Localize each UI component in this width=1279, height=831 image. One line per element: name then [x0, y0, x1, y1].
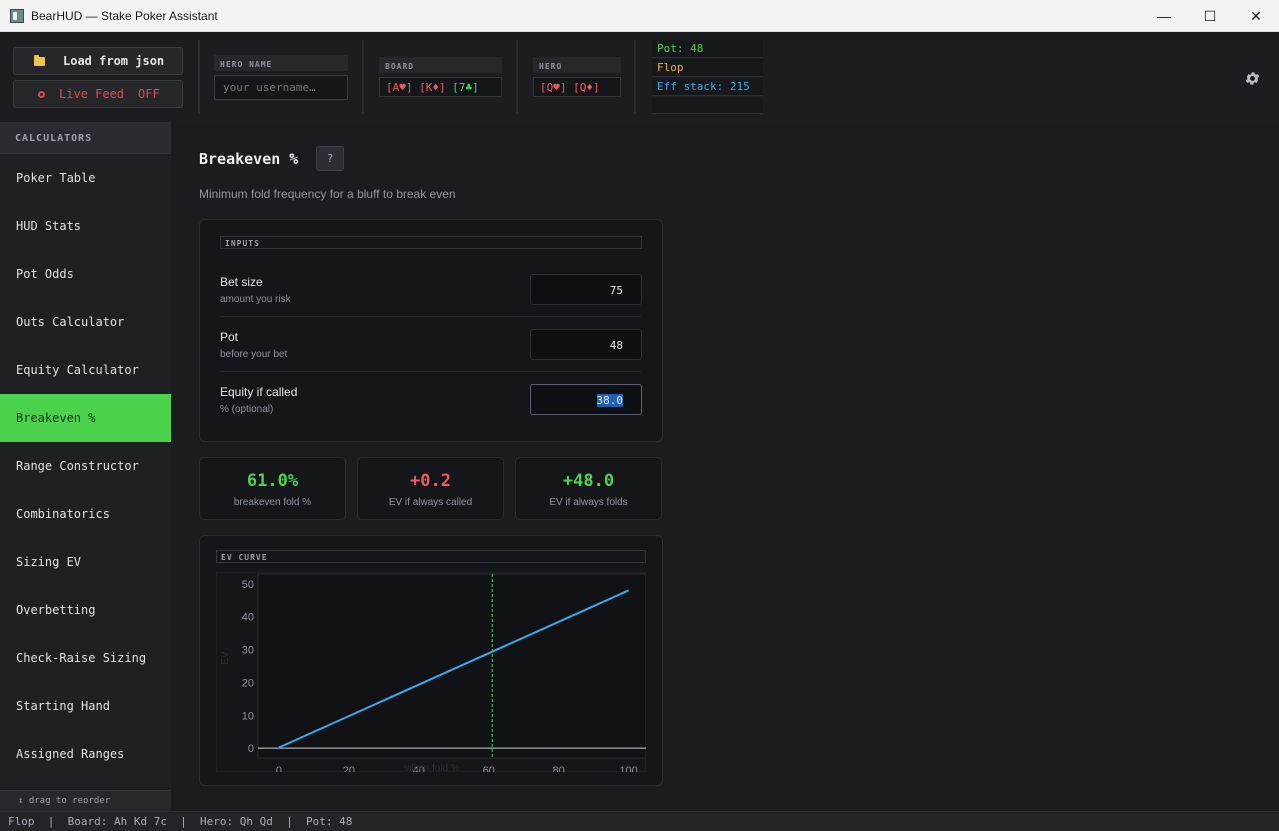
page-subtitle: Minimum fold frequency for a bluff to br…	[199, 187, 456, 201]
stat-card-ev-folds: +48.0 EV if always folds	[515, 457, 662, 520]
readout-spacer	[652, 97, 763, 114]
minimize-button[interactable]: —	[1141, 0, 1187, 32]
app-icon	[10, 9, 24, 23]
window-titlebar: BearHUD — Stake Poker Assistant — ☐ ✕	[0, 0, 1279, 32]
sidebar-item-equity-calculator[interactable]: Equity Calculator	[0, 346, 171, 394]
pot-hint: before your bet	[220, 349, 288, 360]
folder-icon	[34, 54, 45, 66]
stat-card-ev-called: +0.2 EV if always called	[357, 457, 504, 520]
board-card: [A♥]	[386, 81, 413, 94]
pot-input[interactable]: 48	[530, 329, 642, 360]
ev-curve-panel: EV CURVE 0 10 20 30 40 50 0 20 40 60 80 100 villain …	[199, 535, 663, 786]
drag-reorder-hint: ↕ drag to reorder	[0, 790, 171, 811]
board-card: [K♦]	[419, 81, 446, 94]
ev-curve-chart: 010203040500 20 40 60 80 100villain fold %EV	[216, 572, 646, 772]
close-button[interactable]: ✕	[1233, 0, 1279, 32]
stat-label: EV if always called	[388, 497, 473, 508]
y-tick-label: 10	[242, 710, 254, 722]
bet-size-hint: amount you risk	[220, 294, 291, 305]
hero-card: [Q♦]	[573, 81, 600, 94]
live-feed-state: OFF	[138, 87, 160, 101]
y-axis-label: EV	[220, 651, 231, 665]
live-feed-label: Live Feed	[59, 87, 125, 101]
sidebar-item-sizing-ev[interactable]: Sizing EV	[0, 538, 171, 586]
hero-label: HERO	[533, 57, 621, 73]
board-card: [7♣]	[452, 81, 479, 94]
y-tick-label: 20	[242, 677, 254, 689]
stat-value: +48.0	[562, 471, 615, 491]
board-cards: [A♥] [K♦] [7♣]	[379, 77, 502, 97]
hero-cards: [Q♥] [Q♦]	[533, 77, 621, 97]
inputs-section-label: INPUTS	[220, 236, 642, 249]
maximize-button[interactable]: ☐	[1187, 0, 1233, 32]
help-button[interactable]: ?	[316, 146, 344, 171]
divider	[362, 40, 364, 114]
x-tick-label: 100	[619, 765, 637, 772]
y-tick-label: 30	[242, 645, 254, 657]
sidebar-item-overbetting[interactable]: Overbetting	[0, 586, 171, 634]
x-tick-label: 80	[552, 765, 564, 772]
top-header	[0, 32, 1279, 122]
x-axis-label: villain fold %	[404, 763, 460, 772]
ev-curve-section-label: EV CURVE	[216, 550, 646, 563]
stat-value: +0.2	[410, 471, 451, 491]
divider	[516, 40, 518, 114]
load-json-label: Load from json	[63, 54, 165, 68]
x-tick-label: 20	[343, 765, 355, 772]
divider	[198, 40, 200, 114]
sidebar-item-outs-calculator[interactable]: Outs Calculator	[0, 298, 171, 346]
sidebar-item-range-constructor[interactable]: Range Constructor	[0, 442, 171, 490]
inputs-panel: INPUTS Bet size amount you risk 75 Pot b…	[199, 219, 663, 442]
live-feed-button[interactable]: Live Feed OFF	[13, 80, 183, 108]
hero-name-input[interactable]	[214, 75, 348, 100]
status-bar: Flop | Board: Ah Kd 7c | Hero: Qh Qd | P…	[0, 811, 1279, 831]
gear-icon[interactable]	[1244, 70, 1261, 87]
y-tick-label: 40	[242, 612, 254, 624]
divider	[634, 40, 636, 114]
stat-label: breakeven fold %	[233, 497, 312, 508]
y-tick-label: 50	[242, 579, 254, 591]
hero-name-label: HERO NAME	[214, 55, 348, 71]
equity-hint: % (optional)	[220, 404, 274, 415]
eff-stack-readout: Eff stack: 215	[652, 78, 763, 96]
board-label: BOARD	[379, 57, 502, 73]
sidebar-item-pot-odds[interactable]: Pot Odds	[0, 250, 171, 298]
row-divider	[220, 316, 641, 317]
record-icon	[38, 90, 45, 98]
sidebar-item-assigned-ranges[interactable]: Assigned Ranges	[0, 730, 171, 778]
sidebar-item-breakeven[interactable]: Breakeven %	[0, 394, 171, 442]
sidebar: CALCULATORS Poker Table HUD Stats Pot Od…	[0, 122, 171, 811]
stat-value: 61.0%	[246, 471, 299, 491]
sidebar-item-starting-hand[interactable]: Starting Hand	[0, 682, 171, 730]
y-tick-label: 0	[248, 743, 254, 755]
pot-readout: Pot: 48	[652, 40, 763, 58]
equity-input[interactable]: 38.0	[530, 384, 642, 415]
equity-value: 38.0	[596, 394, 623, 407]
page-title: Breakeven %	[199, 150, 299, 168]
sidebar-item-hud-stats[interactable]: HUD Stats	[0, 202, 171, 250]
bet-size-input[interactable]: 75	[530, 274, 642, 305]
bet-size-label: Bet size	[220, 275, 263, 289]
sidebar-item-combinatorics[interactable]: Combinatorics	[0, 490, 171, 538]
window-title: BearHUD — Stake Poker Assistant	[31, 9, 218, 23]
x-tick-label: 0	[276, 765, 282, 772]
stat-label: EV if always folds	[549, 497, 628, 508]
stat-card-breakeven: 61.0% breakeven fold %	[199, 457, 346, 520]
load-json-button[interactable]: Load from json	[13, 47, 183, 75]
sidebar-item-check-raise-sizing[interactable]: Check-Raise Sizing	[0, 634, 171, 682]
row-divider	[220, 371, 641, 372]
sidebar-item-poker-table[interactable]: Poker Table	[0, 154, 171, 202]
sidebar-heading: CALCULATORS	[0, 122, 171, 154]
x-tick-label: 60	[483, 765, 495, 772]
pot-label: Pot	[220, 330, 239, 344]
hero-card: [Q♥]	[540, 81, 567, 94]
street-readout: Flop	[652, 59, 763, 77]
equity-label: Equity if called	[220, 385, 298, 399]
